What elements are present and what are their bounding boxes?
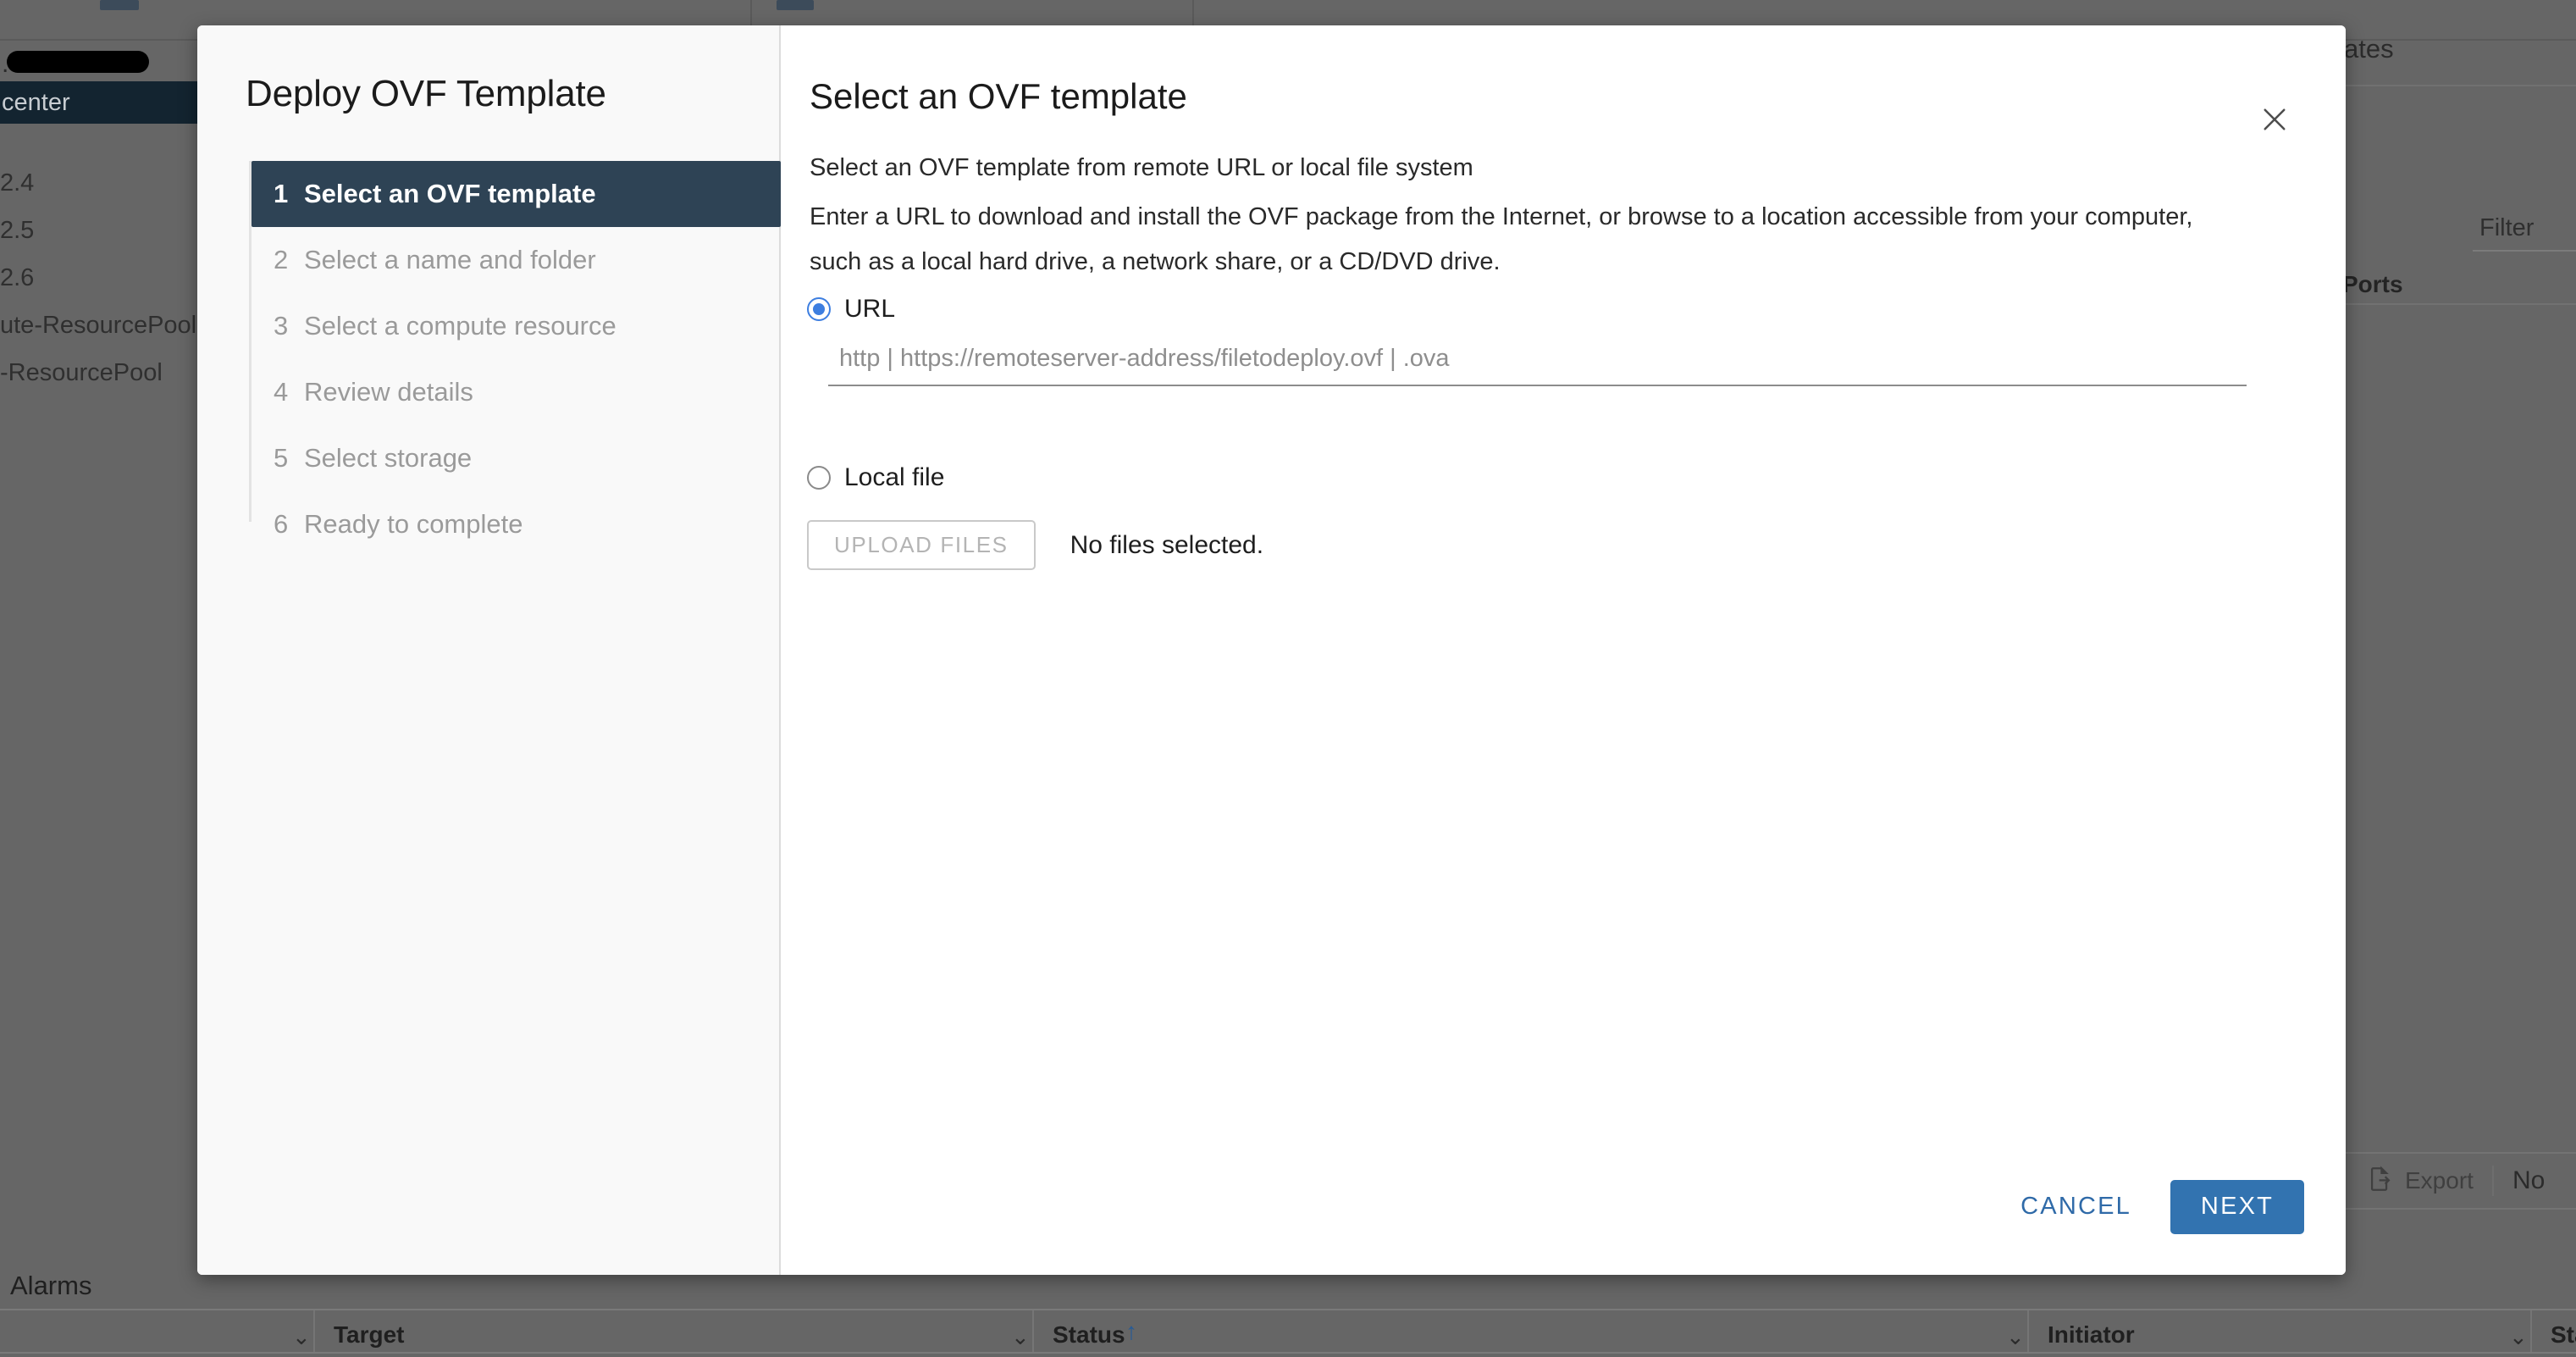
url-radio[interactable] [807, 297, 831, 321]
inventory-tree-item: 2.5 [0, 217, 35, 244]
local-file-radio-label: Local file [844, 463, 945, 491]
wizard-step-number: 5 [274, 443, 289, 473]
chevron-down-icon[interactable]: ⌄ [1011, 1324, 1030, 1350]
close-icon[interactable] [2250, 95, 2299, 144]
wizard-step-number: 6 [274, 509, 289, 539]
wizard-step-number: 2 [274, 245, 289, 274]
backdrop-panel-rule-2 [2346, 303, 2576, 305]
wizard-step-1[interactable]: 1 Select an OVF template [252, 161, 781, 227]
wizard-step-label: Select a name and folder [304, 245, 596, 274]
alarms-column-divider [2027, 1310, 2029, 1352]
export-icon [2366, 1165, 2395, 1198]
wizard-step-number: 3 [274, 311, 289, 341]
inventory-tree-item: ute-ResourcePool [0, 312, 197, 339]
inventory-tree-item: -ResourcePool [0, 359, 163, 386]
wizard-step-number: 1 [274, 179, 289, 208]
export-trailing-text: No [2512, 1166, 2546, 1194]
export-label: Export [2405, 1167, 2474, 1194]
export-divider [2491, 1166, 2494, 1196]
wizard-step-label: Ready to complete [304, 509, 523, 539]
wizard-step-3[interactable]: 3 Select a compute resource [252, 293, 781, 359]
wizard-step-pane: Deploy OVF Template 1 Select an OVF templ… [197, 25, 781, 1275]
alarms-column-header[interactable]: Status [1053, 1321, 1125, 1349]
inventory-tree-item: 2.6 [0, 264, 35, 291]
wizard-step-2[interactable]: 2 Select a name and folder [252, 227, 781, 293]
url-radio-label: URL [844, 295, 896, 323]
wizard-step-5[interactable]: 5 Select storage [252, 425, 781, 491]
local-file-option-row[interactable]: Local file [807, 463, 944, 492]
alarms-column-divider [1032, 1310, 1034, 1352]
page-description: Enter a URL to download and install the … [810, 203, 2193, 275]
url-input[interactable] [828, 337, 2247, 385]
alarms-column-divider [2530, 1310, 2532, 1352]
url-option-row[interactable]: URL [807, 295, 895, 324]
chevron-down-icon[interactable]: ⌄ [2006, 1324, 2025, 1350]
dialog-title: Deploy OVF Template [246, 73, 606, 114]
chevron-down-icon[interactable]: ⌄ [292, 1324, 311, 1350]
inventory-tree-item: 2.4 [0, 169, 35, 197]
backdrop-panel-rule-1 [2346, 85, 2576, 86]
upload-files-button[interactable]: UPLOAD FILES [807, 520, 1036, 570]
backdrop-ports-column-header: Ports [2342, 271, 2403, 297]
no-files-selected-label: No files selected. [1070, 530, 1264, 559]
dialog-footer: CANCEL NEXT [2004, 1179, 2304, 1234]
upload-row: UPLOAD FILES No files selected. [807, 520, 1263, 570]
alarms-panel-title: Alarms [10, 1271, 92, 1300]
url-input-wrapper [828, 337, 2247, 386]
backdrop-tab-indicator-left [100, 0, 139, 10]
backdrop-filter-label: Filter [2479, 214, 2535, 241]
alarms-column-divider [313, 1310, 315, 1352]
redaction-mark [7, 51, 149, 73]
alarms-column-header[interactable]: Sta [2551, 1321, 2576, 1349]
local-file-radio[interactable] [807, 466, 831, 490]
wizard-step-4[interactable]: 4 Review details [252, 359, 781, 425]
wizard-step-6[interactable]: 6 Ready to complete [252, 491, 781, 557]
backdrop-panel-title: ates [2344, 34, 2394, 64]
alarms-column-header[interactable]: Target [334, 1321, 405, 1349]
wizard-step-label: Select a compute resource [304, 311, 616, 341]
wizard-step-list: 1 Select an OVF template 2 Select a name an… [252, 161, 781, 557]
alarms-table-rule-bottom [0, 1352, 2576, 1354]
page-subtitle: Select an OVF template from remote URL o… [810, 154, 1473, 181]
wizard-step-label: Review details [304, 377, 473, 407]
next-button[interactable]: NEXT [2170, 1179, 2304, 1234]
backdrop-export-bar: Export No [2346, 1152, 2576, 1210]
backdrop-filter-underline [2473, 250, 2576, 252]
sort-ascending-icon: ↑ [1125, 1318, 1137, 1344]
chevron-down-icon[interactable]: ⌄ [2509, 1324, 2528, 1350]
wizard-content-pane: Select an OVF template Select an OVF tem… [781, 25, 2346, 1275]
inventory-selected-label: center [2, 88, 70, 116]
backdrop-tab-indicator-right [777, 0, 814, 10]
deploy-ovf-template-dialog: Deploy OVF Template 1 Select an OVF templ… [197, 25, 2346, 1275]
inventory-selected-row: center [0, 81, 197, 124]
wizard-step-number: 4 [274, 377, 289, 407]
page-title: Select an OVF template [810, 76, 1187, 116]
alarms-table-rule-top [0, 1309, 2576, 1310]
alarms-column-header[interactable]: Initiator [2048, 1321, 2135, 1349]
cancel-button[interactable]: CANCEL [2004, 1179, 2148, 1234]
wizard-step-label: Select storage [304, 443, 473, 473]
wizard-step-label: Select an OVF template [304, 179, 596, 208]
